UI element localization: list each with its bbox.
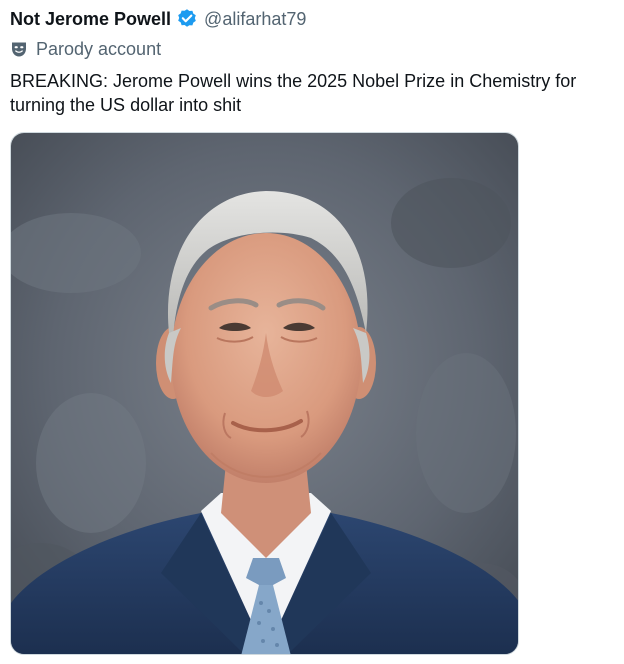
display-name[interactable]: Not Jerome Powell (10, 9, 171, 30)
tweet-text: BREAKING: Jerome Powell wins the 2025 No… (10, 71, 577, 115)
verified-badge-icon (176, 8, 198, 30)
tweet: Not Jerome Powell @alifarhat79 Parody ac… (0, 0, 624, 664)
parody-label-row: Parody account (10, 38, 161, 60)
theater-mask-icon (10, 40, 28, 58)
author-row: Not Jerome Powell @alifarhat79 (10, 7, 306, 31)
tweet-media-photo[interactable] (10, 132, 519, 655)
parody-account-label: Parody account (36, 38, 162, 59)
handle[interactable]: @alifarhat79 (204, 9, 306, 30)
portrait-illustration (11, 133, 518, 654)
